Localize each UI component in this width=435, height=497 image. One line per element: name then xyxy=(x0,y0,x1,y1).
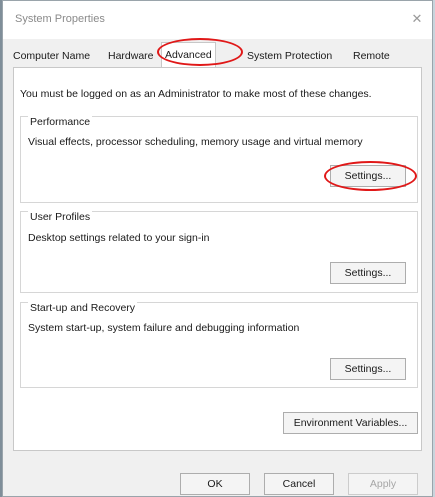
user-profiles-title: User Profiles xyxy=(28,211,93,223)
tab-strip: Computer Name Hardware Advanced System P… xyxy=(13,42,422,68)
performance-title: Performance xyxy=(28,116,93,128)
environment-variables-button[interactable]: Environment Variables... xyxy=(283,412,418,434)
close-icon[interactable]: ✕ xyxy=(406,9,428,29)
window-title: System Properties xyxy=(15,13,105,25)
performance-group: Performance Visual effects, processor sc… xyxy=(20,116,418,203)
user-profiles-settings-button[interactable]: Settings... xyxy=(330,262,406,284)
performance-settings-button[interactable]: Settings... xyxy=(330,165,406,187)
startup-recovery-description: System start-up, system failure and debu… xyxy=(28,322,300,334)
ok-button[interactable]: OK xyxy=(180,473,250,495)
apply-button[interactable]: Apply xyxy=(348,473,418,495)
tab-advanced[interactable]: Advanced xyxy=(161,42,216,68)
user-profiles-description: Desktop settings related to your sign-in xyxy=(28,232,210,244)
cancel-button[interactable]: Cancel xyxy=(264,473,334,495)
startup-recovery-settings-button[interactable]: Settings... xyxy=(330,358,406,380)
tab-computer-name[interactable]: Computer Name xyxy=(13,45,90,67)
tab-system-protection[interactable]: System Protection xyxy=(247,45,332,67)
tab-remote[interactable]: Remote xyxy=(353,45,390,67)
tab-hardware[interactable]: Hardware xyxy=(108,45,154,67)
startup-recovery-title: Start-up and Recovery xyxy=(28,302,138,314)
performance-description: Visual effects, processor scheduling, me… xyxy=(28,136,363,148)
title-bar: System Properties ✕ xyxy=(3,1,432,39)
admin-notice: You must be logged on as an Administrato… xyxy=(20,88,372,100)
